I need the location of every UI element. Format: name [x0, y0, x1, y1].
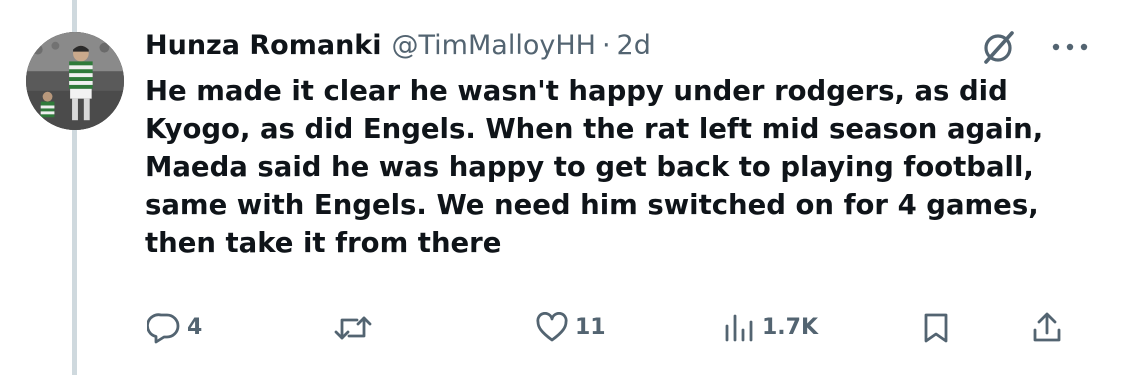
- handle[interactable]: @TimMalloyHH: [392, 26, 596, 66]
- timestamp[interactable]: 2d: [617, 26, 651, 66]
- tweet-header: Hunza Romanki @TimMalloyHH · 2d: [145, 26, 651, 66]
- grok-icon[interactable]: [978, 27, 1018, 67]
- reply-count: 4: [187, 315, 203, 340]
- share-button[interactable]: [1030, 306, 1064, 350]
- views-icon: [722, 312, 756, 344]
- tweet-text: He made it clear he wasn't happy under r…: [145, 75, 1044, 259]
- bookmark-icon: [920, 311, 952, 345]
- avatar[interactable]: [26, 32, 124, 130]
- more-icon[interactable]: [1048, 34, 1092, 60]
- reply-icon: [147, 312, 181, 344]
- repost-icon: [333, 312, 373, 344]
- bookmark-button[interactable]: [920, 306, 952, 350]
- share-icon: [1030, 311, 1064, 345]
- heart-icon: [535, 312, 569, 344]
- views-count: 1.7K: [762, 315, 819, 340]
- views-button[interactable]: 1.7K: [722, 306, 818, 350]
- footballer-photo-avatar: [26, 32, 124, 130]
- separator: ·: [601, 30, 611, 61]
- action-bar: 4 11 1.7K: [0, 306, 1125, 350]
- like-button[interactable]: 11: [535, 306, 606, 350]
- reply-button[interactable]: 4: [147, 306, 202, 350]
- like-count: 11: [575, 315, 606, 340]
- repost-button[interactable]: [333, 306, 379, 350]
- display-name[interactable]: Hunza Romanki: [145, 26, 382, 66]
